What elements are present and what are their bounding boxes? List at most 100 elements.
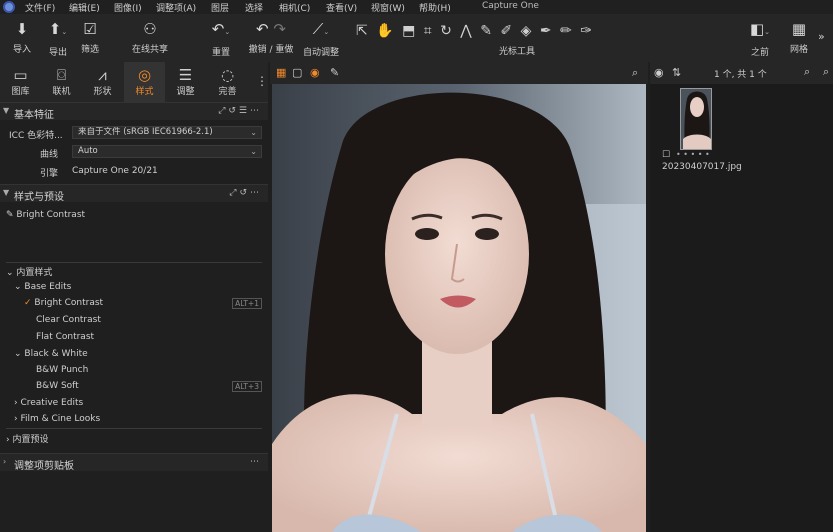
style-bw-punch[interactable]: B&W Punch (36, 365, 88, 375)
engine-label: 引擎 (40, 169, 59, 179)
before-button[interactable]: ◧⌄ 之前 (745, 20, 775, 58)
creative-edits-node[interactable]: › Creative Edits (14, 398, 83, 408)
filter-icon: ☑ (83, 20, 97, 38)
single-view-icon[interactable]: ▢ (292, 66, 302, 79)
crop-icon[interactable]: ⌗ (424, 23, 432, 39)
engine-value: Capture One 20/21 (72, 166, 158, 176)
black-white-node[interactable]: ⌄ Black & White (14, 349, 88, 359)
tab-tethered[interactable]: ⌼ 联机 (41, 62, 82, 102)
undo-redo-button[interactable]: ↶ ↷ 撤销 / 重做 (246, 20, 296, 55)
window-title: Capture One (482, 1, 539, 11)
grid-button[interactable]: ▦ 网格 (786, 20, 812, 55)
import-icon: ⬇ (15, 20, 29, 38)
menu-select[interactable]: 选择 (245, 1, 263, 14)
picker-icon[interactable]: ✒ (540, 23, 552, 39)
thumbnail-photo (681, 89, 711, 149)
viewer-toolbar: ▦ ▢ ◉ ✎ ⌕ (270, 62, 648, 84)
auto-adjust-button[interactable]: ⟋⌄ 自动调整 (300, 20, 342, 58)
brush-icon[interactable]: ✎ (480, 23, 492, 39)
divider (6, 428, 262, 429)
magic-wand-icon: ⟋⌄ (312, 20, 330, 38)
builtin-presets-node[interactable]: › 内置预设 (6, 432, 48, 445)
tab-refine[interactable]: ◌ 完善 (207, 62, 248, 102)
library-icon: ▭ (13, 66, 28, 84)
eye-view-icon[interactable]: ◉ (310, 66, 320, 79)
basic-characteristics-header[interactable]: ▼ 基本特征 ⤢↺☰⋯ (0, 102, 268, 121)
style-icon: ◎ (137, 66, 152, 84)
reset-button[interactable]: ↶⌄ 重置 (204, 20, 238, 58)
menu-window[interactable]: 视窗(W) (371, 1, 405, 14)
menu-image[interactable]: 图像(I) (114, 1, 142, 14)
cursor-tools-row: ⇱ ✋ ⬒ ⌗ ↻ ⋀ ✎ ✐ ◈ ✒ ✏ ✑ (356, 23, 596, 39)
menu-help[interactable]: 帮助(H) (419, 1, 451, 14)
menu-bar: 文件(F) 编辑(E) 图像(I) 调整项(A) 图层 选择 相机(C) 查看(… (0, 0, 833, 14)
tab-library[interactable]: ▭ 图库 (0, 62, 41, 102)
loupe-icon[interactable]: ⬒ (402, 23, 415, 39)
film-cine-node[interactable]: › Film & Cine Looks (14, 414, 100, 424)
search-icon[interactable]: ⌕ (823, 65, 829, 79)
gradient-icon[interactable]: ◈ (521, 23, 532, 39)
section-actions-icon[interactable]: ⤢↺☰⋯ (218, 106, 262, 116)
icc-label: ICC 色彩特... (9, 131, 63, 141)
curve-select[interactable]: Auto ⌄ (72, 145, 262, 158)
style-clear-contrast[interactable]: Clear Contrast (36, 315, 101, 325)
toolbar: ⬇ 导入 ⬆⌄ 导出 ☑ 筛选 ⚇ 在线共享 ↶⌄ 重置 ↶ ↷ 撤销 / 重做… (0, 14, 833, 62)
style-bw-soft[interactable]: B&W Soft (36, 381, 79, 391)
browser-toolbar: ◉ ⇅ 1 个, 共 1 个 ⌕ ⌕ (650, 62, 833, 84)
app-logo-icon (3, 1, 15, 13)
icc-profile-select[interactable]: 来自于文件 (sRGB IEC61966-2.1) ⌄ (72, 126, 262, 139)
style-bright-contrast[interactable]: ✓ Bright Contrast (24, 298, 103, 308)
eye-icon[interactable]: ◉ (654, 66, 664, 79)
expand-arrow-icon: › (3, 457, 7, 466)
style-flat-contrast[interactable]: Flat Contrast (36, 332, 94, 342)
import-button[interactable]: ⬇ 导入 (8, 20, 36, 55)
menu-layers[interactable]: 图层 (211, 1, 229, 14)
portrait-photo (272, 84, 646, 532)
browser-search-icon[interactable]: ⌕ (804, 65, 810, 79)
tab-style[interactable]: ◎ 样式 (124, 62, 165, 102)
filter-button[interactable]: ☑ 筛选 (76, 20, 104, 55)
select-checkbox[interactable]: ☐ (662, 150, 670, 160)
share-button[interactable]: ⚇ 在线共享 (128, 20, 172, 55)
styles-presets-header[interactable]: ▼ 样式与预设 ⤢↺⋯ (0, 184, 268, 203)
refine-icon: ◌ (220, 66, 235, 84)
applied-style: ✎ Bright Contrast (6, 210, 86, 220)
pointer-icon[interactable]: ⇱ (356, 23, 368, 39)
before-after-icon: ◧⌄ (749, 20, 771, 38)
clipboard-header[interactable]: › 调整项剪贴板 ⋯ (0, 453, 268, 472)
annotate-icon[interactable]: ✏ (560, 23, 572, 39)
grid-view-icon[interactable]: ▦ (276, 66, 286, 79)
rotate-icon[interactable]: ↻ (440, 23, 452, 39)
keystone-icon[interactable]: ⋀ (460, 23, 471, 39)
tab-adjust[interactable]: ☰ 调整 (165, 62, 206, 102)
tool-tabs: ▭ 图库 ⌼ 联机 ⩘ 形状 ◎ 样式 ☰ 调整 ◌ 完善 ⋮ (0, 62, 268, 102)
users-icon: ⚇ (143, 20, 157, 38)
hand-icon[interactable]: ✋ (376, 23, 393, 39)
menu-view[interactable]: 查看(V) (326, 1, 357, 14)
export-button[interactable]: ⬆⌄ 导出 (42, 20, 74, 58)
more-tabs-icon[interactable]: ⋮ (256, 74, 268, 88)
base-edits-node[interactable]: ⌄ Base Edits (14, 282, 71, 292)
collapse-arrow-icon: ▼ (3, 106, 10, 115)
zoom-icon[interactable]: ⌕ (632, 66, 638, 80)
menu-edit[interactable]: 编辑(E) (69, 1, 100, 14)
section-actions-icon[interactable]: ⋯ (250, 457, 262, 467)
more-toolbar-icon[interactable]: » (818, 30, 825, 43)
image-viewer[interactable] (272, 84, 646, 532)
grid-icon: ▦ (791, 20, 807, 38)
menu-file[interactable]: 文件(F) (25, 1, 55, 14)
pen-icon[interactable]: ✎ (330, 66, 339, 79)
menu-adjustments[interactable]: 调整项(A) (156, 1, 196, 14)
sort-icon[interactable]: ⇅ (672, 66, 681, 79)
rating-stars[interactable]: • • • • • (676, 150, 710, 159)
menu-camera[interactable]: 相机(C) (279, 1, 310, 14)
image-thumbnail[interactable] (680, 88, 712, 150)
checkmark-icon: ✓ (24, 298, 32, 308)
tab-shape[interactable]: ⩘ 形状 (82, 62, 123, 102)
shortcut-badge: ALT+1 (232, 298, 262, 309)
eraser-icon[interactable]: ✐ (500, 23, 512, 39)
builtin-styles-node[interactable]: ⌄ 内置样式 (6, 265, 52, 278)
collapse-arrow-icon: ▼ (3, 188, 10, 197)
section-actions-icon[interactable]: ⤢↺⋯ (229, 188, 262, 198)
color-picker-icon[interactable]: ✑ (580, 23, 592, 39)
